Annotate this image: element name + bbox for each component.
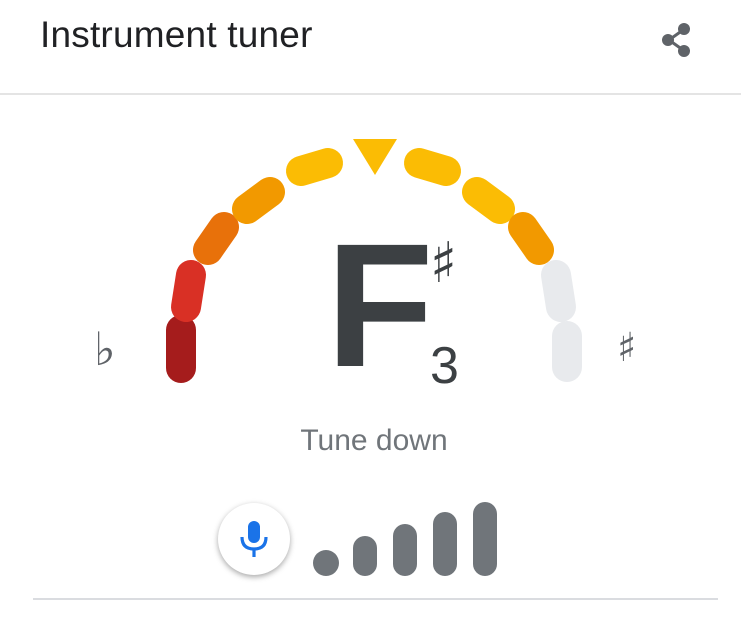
sharp-symbol: ♯ (617, 325, 637, 371)
signal-level-bar (473, 502, 497, 576)
signal-level-bar (353, 536, 377, 576)
tuning-pointer (353, 139, 397, 175)
flat-symbol: ♭ (94, 322, 116, 376)
microphone-button[interactable] (218, 503, 290, 575)
detected-note: F (326, 208, 434, 404)
gauge-segment (404, 148, 461, 186)
note-accidental: ♯ (430, 231, 458, 296)
signal-level-bar (433, 512, 457, 576)
gauge-segment (541, 260, 576, 322)
note-octave: 3 (430, 337, 459, 395)
gauge-segment (171, 260, 206, 322)
tuning-status: Tune down (300, 424, 448, 457)
gauge-segment (193, 212, 239, 265)
signal-level-bar (393, 524, 417, 576)
signal-level-meter (313, 500, 513, 580)
bottom-divider (33, 598, 718, 600)
gauge-segment (232, 177, 285, 224)
microphone-icon (240, 521, 268, 557)
signal-level-bar (313, 550, 339, 576)
gauge-segment (508, 212, 554, 265)
gauge-segment (286, 148, 343, 186)
gauge-segment (462, 177, 515, 224)
